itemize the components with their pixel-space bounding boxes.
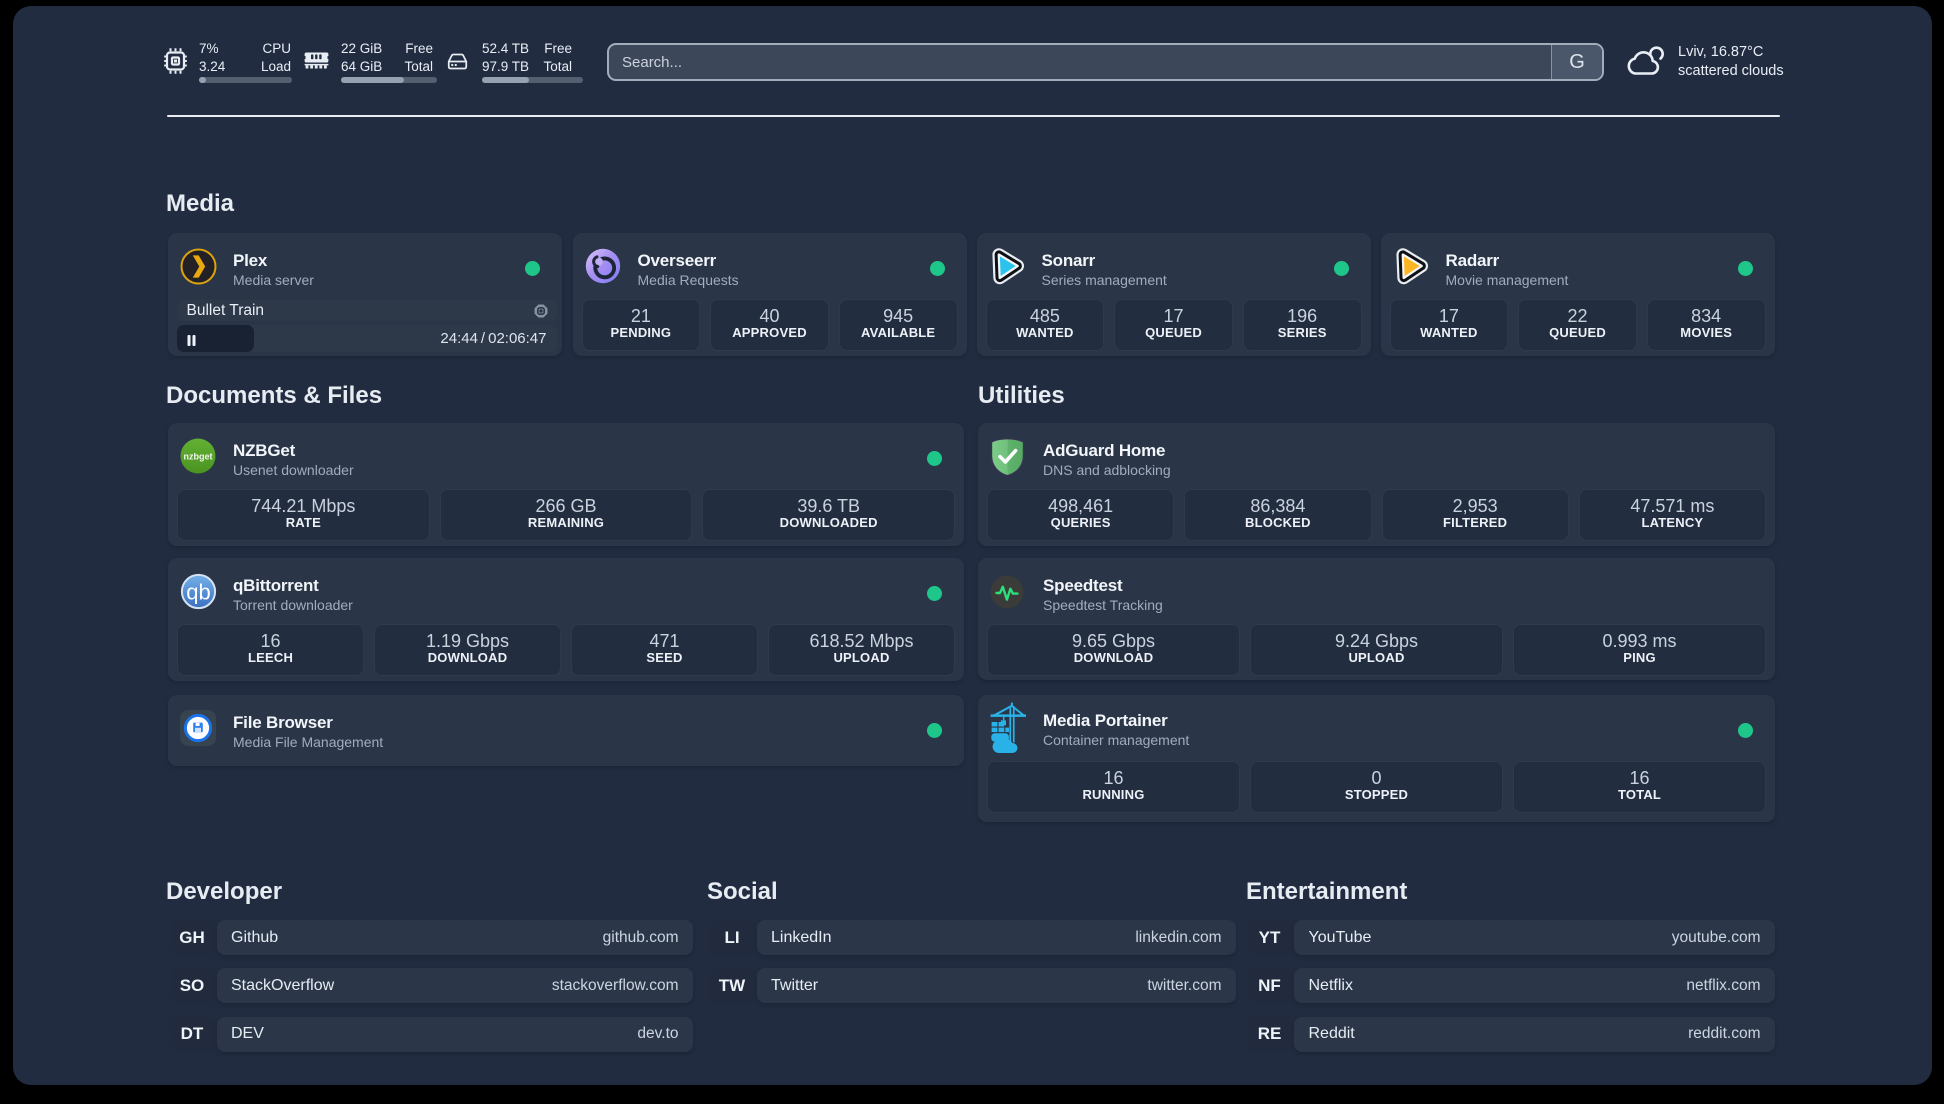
svg-text:nzbget: nzbget xyxy=(184,452,213,462)
svg-text:qb: qb xyxy=(186,580,210,605)
